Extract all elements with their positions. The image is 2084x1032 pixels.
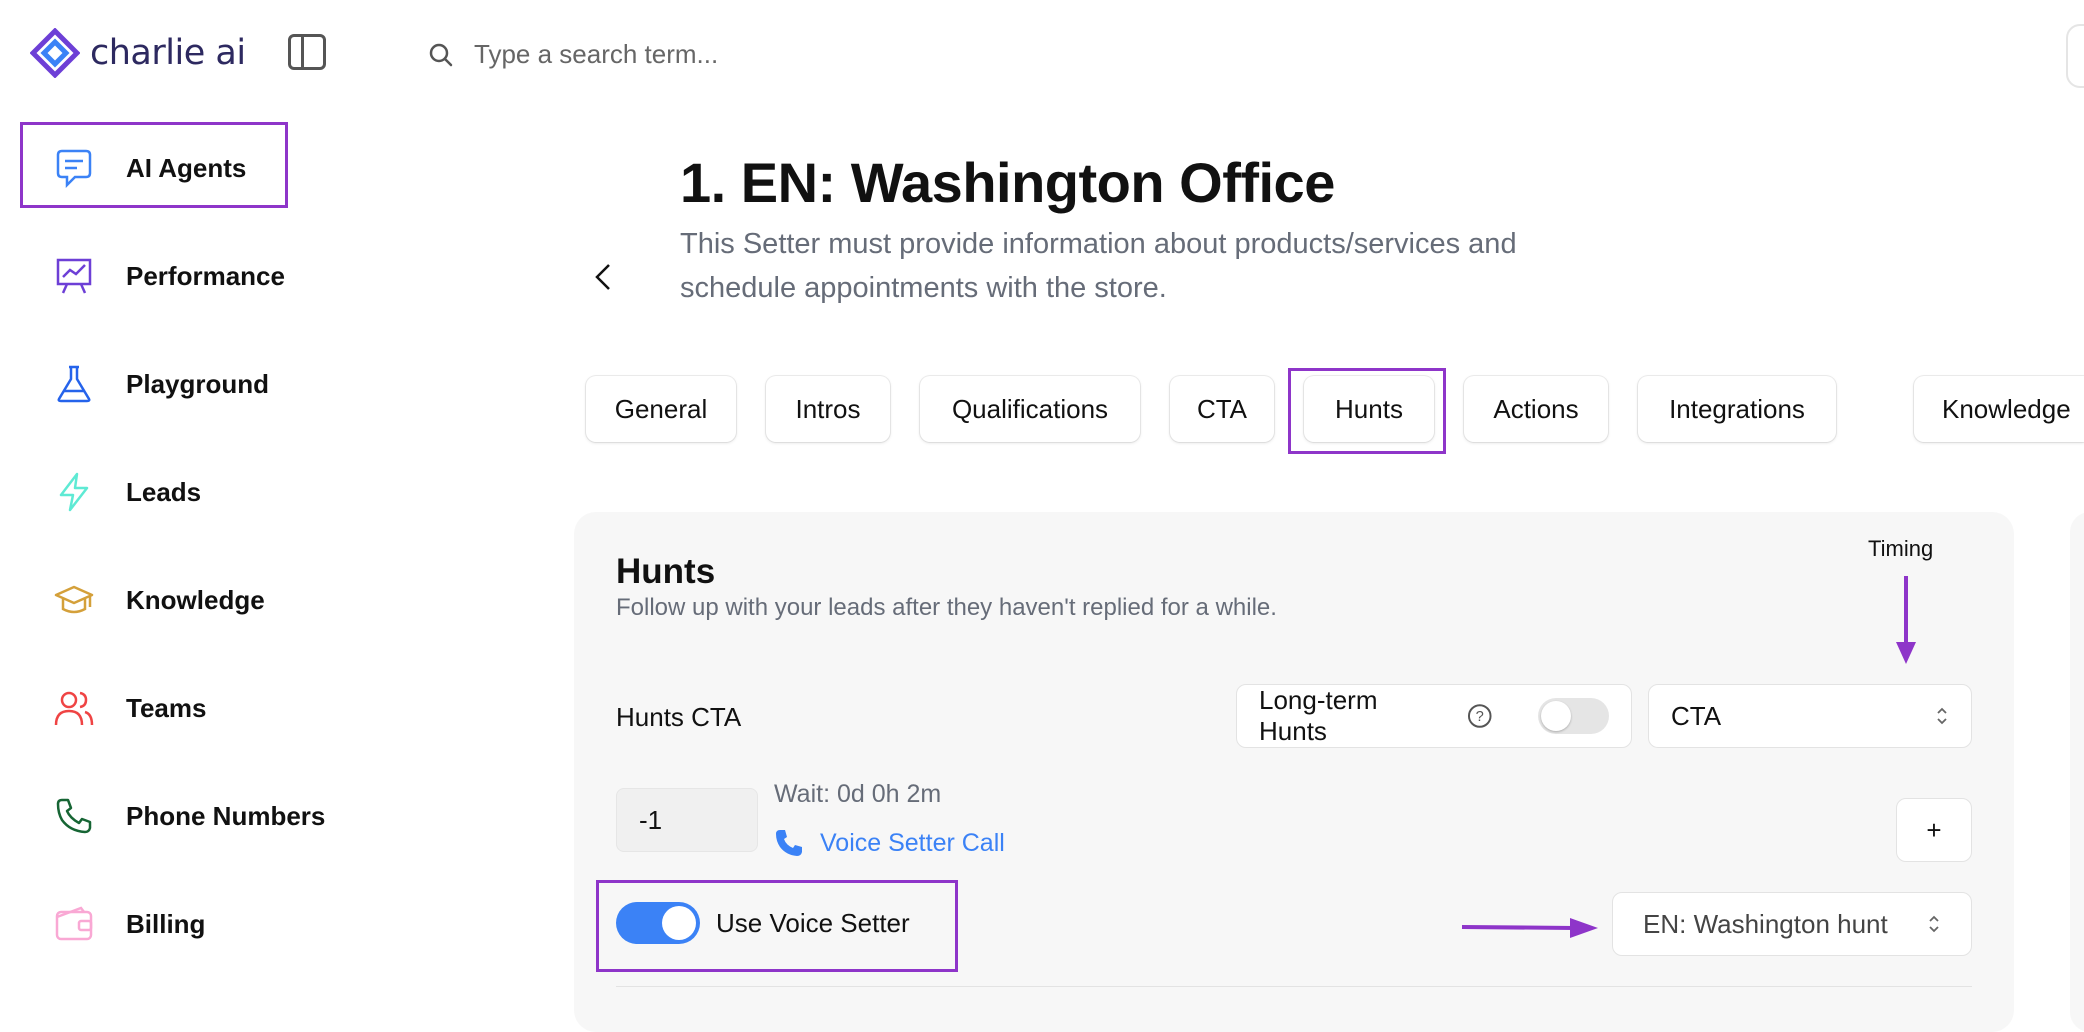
- user-menu-button[interactable]: [2066, 24, 2084, 88]
- tab-integrations[interactable]: Integrations: [1638, 376, 1836, 442]
- long-term-hunts-label: Long-term Hunts: [1259, 685, 1378, 746]
- hunts-subtitle: Follow up with your leads after they hav…: [616, 594, 1277, 621]
- search-bar[interactable]: [428, 38, 1076, 71]
- sidebar-item-label: Billing: [126, 908, 206, 939]
- hunt-select[interactable]: EN: Washington hunt: [1612, 892, 1972, 956]
- app-name: charlie ai: [90, 33, 246, 73]
- search-icon: [429, 43, 453, 66]
- lightning-icon: [52, 470, 96, 514]
- hunt-step-input[interactable]: -1: [616, 788, 758, 852]
- voice-setter-call-link[interactable]: Voice Setter Call: [774, 828, 1005, 858]
- phone-icon: [52, 794, 96, 838]
- tab-qualifications[interactable]: Qualifications: [920, 376, 1140, 442]
- sidebar-item-ai-agents[interactable]: AI Agents: [52, 146, 246, 190]
- sidebar-item-performance[interactable]: Performance: [52, 254, 285, 298]
- help-circle-icon[interactable]: ?: [1467, 703, 1493, 729]
- voice-setter-call-label: Voice Setter Call: [820, 828, 1005, 857]
- chevron-left-icon: [595, 264, 610, 290]
- tab-label: Actions: [1493, 393, 1579, 424]
- hunt-select-value: EN: Washington hunt: [1643, 908, 1888, 939]
- sidebar-item-label: Knowledge: [126, 584, 265, 615]
- tab-cta[interactable]: CTA: [1170, 376, 1274, 442]
- hunts-title: Hunts: [616, 552, 716, 591]
- tab-label: General: [614, 393, 708, 424]
- wallet-icon: [52, 902, 96, 946]
- sidebar-toggle-icon[interactable]: [288, 34, 326, 70]
- sidebar-item-label: Phone Numbers: [126, 800, 326, 831]
- sidebar-item-knowledge[interactable]: Knowledge: [52, 578, 265, 622]
- sidebar-item-phone-numbers[interactable]: Phone Numbers: [52, 794, 325, 838]
- flask-icon: [52, 362, 96, 406]
- wait-time-text: Wait: 0d 0h 2m: [774, 780, 942, 808]
- tab-actions[interactable]: Actions: [1464, 376, 1608, 442]
- sidebar-item-playground[interactable]: Playground: [52, 362, 269, 406]
- sidebar-item-label: AI Agents: [126, 152, 247, 183]
- tab-knowledge[interactable]: Knowledge: [1914, 376, 2084, 442]
- hunts-tab-highlight-annotation: [1288, 368, 1446, 454]
- back-button[interactable]: [592, 262, 616, 297]
- chevron-up-down-icon: [1929, 915, 1939, 933]
- sidebar-item-teams[interactable]: Teams: [52, 686, 206, 730]
- presentation-chart-icon: [52, 254, 96, 298]
- users-icon: [52, 686, 96, 730]
- use-voice-setter-toggle[interactable]: [616, 902, 700, 944]
- section-divider: [616, 986, 1972, 987]
- tab-label: CTA: [1196, 393, 1248, 424]
- right-panel-edge: [2070, 512, 2084, 1032]
- tab-label: Qualifications: [951, 393, 1109, 424]
- add-hunt-button[interactable]: +: [1896, 798, 1972, 862]
- page-description: This Setter must provide information abo…: [680, 228, 1517, 304]
- tab-general[interactable]: General: [586, 376, 736, 442]
- cta-select-value: CTA: [1671, 700, 1722, 731]
- long-term-hunts-control: Long-term Hunts ?: [1236, 684, 1632, 748]
- sidebar-item-label: Teams: [126, 692, 207, 723]
- charlie-logo-icon: [30, 28, 80, 78]
- use-voice-setter-label: Use Voice Setter: [716, 907, 910, 938]
- search-input[interactable]: [472, 38, 1076, 71]
- tab-intros[interactable]: Intros: [766, 376, 890, 442]
- timing-annotation-label: Timing: [1868, 536, 1934, 561]
- page-title: 1. EN: Washington Office: [680, 151, 1335, 214]
- tab-label: Integrations: [1669, 393, 1805, 424]
- tab-label: Knowledge: [1942, 393, 2071, 424]
- sidebar-item-label: Playground: [126, 368, 270, 399]
- phone-icon: [776, 830, 802, 856]
- hunts-cta-label: Hunts CTA: [616, 702, 742, 732]
- graduation-cap-icon: [52, 578, 96, 622]
- use-voice-setter-row: Use Voice Setter: [616, 902, 910, 944]
- app-logo[interactable]: charlie ai: [30, 28, 246, 78]
- sidebar-item-label: Performance: [126, 260, 285, 291]
- chat-bubble-icon: [52, 146, 96, 190]
- sidebar-item-leads[interactable]: Leads: [52, 470, 201, 514]
- sidebar-item-billing[interactable]: Billing: [52, 902, 205, 946]
- sidebar-item-label: Leads: [126, 476, 202, 507]
- tab-label: Intros: [795, 393, 861, 424]
- arrow-down-annotation-icon: [1896, 576, 1916, 664]
- arrow-right-annotation-icon: [1461, 918, 1598, 938]
- long-term-hunts-toggle[interactable]: [1538, 698, 1610, 734]
- cta-select[interactable]: CTA: [1648, 684, 1972, 748]
- chevron-up-down-icon: [1937, 707, 1947, 725]
- svg-text:?: ?: [1476, 709, 1484, 725]
